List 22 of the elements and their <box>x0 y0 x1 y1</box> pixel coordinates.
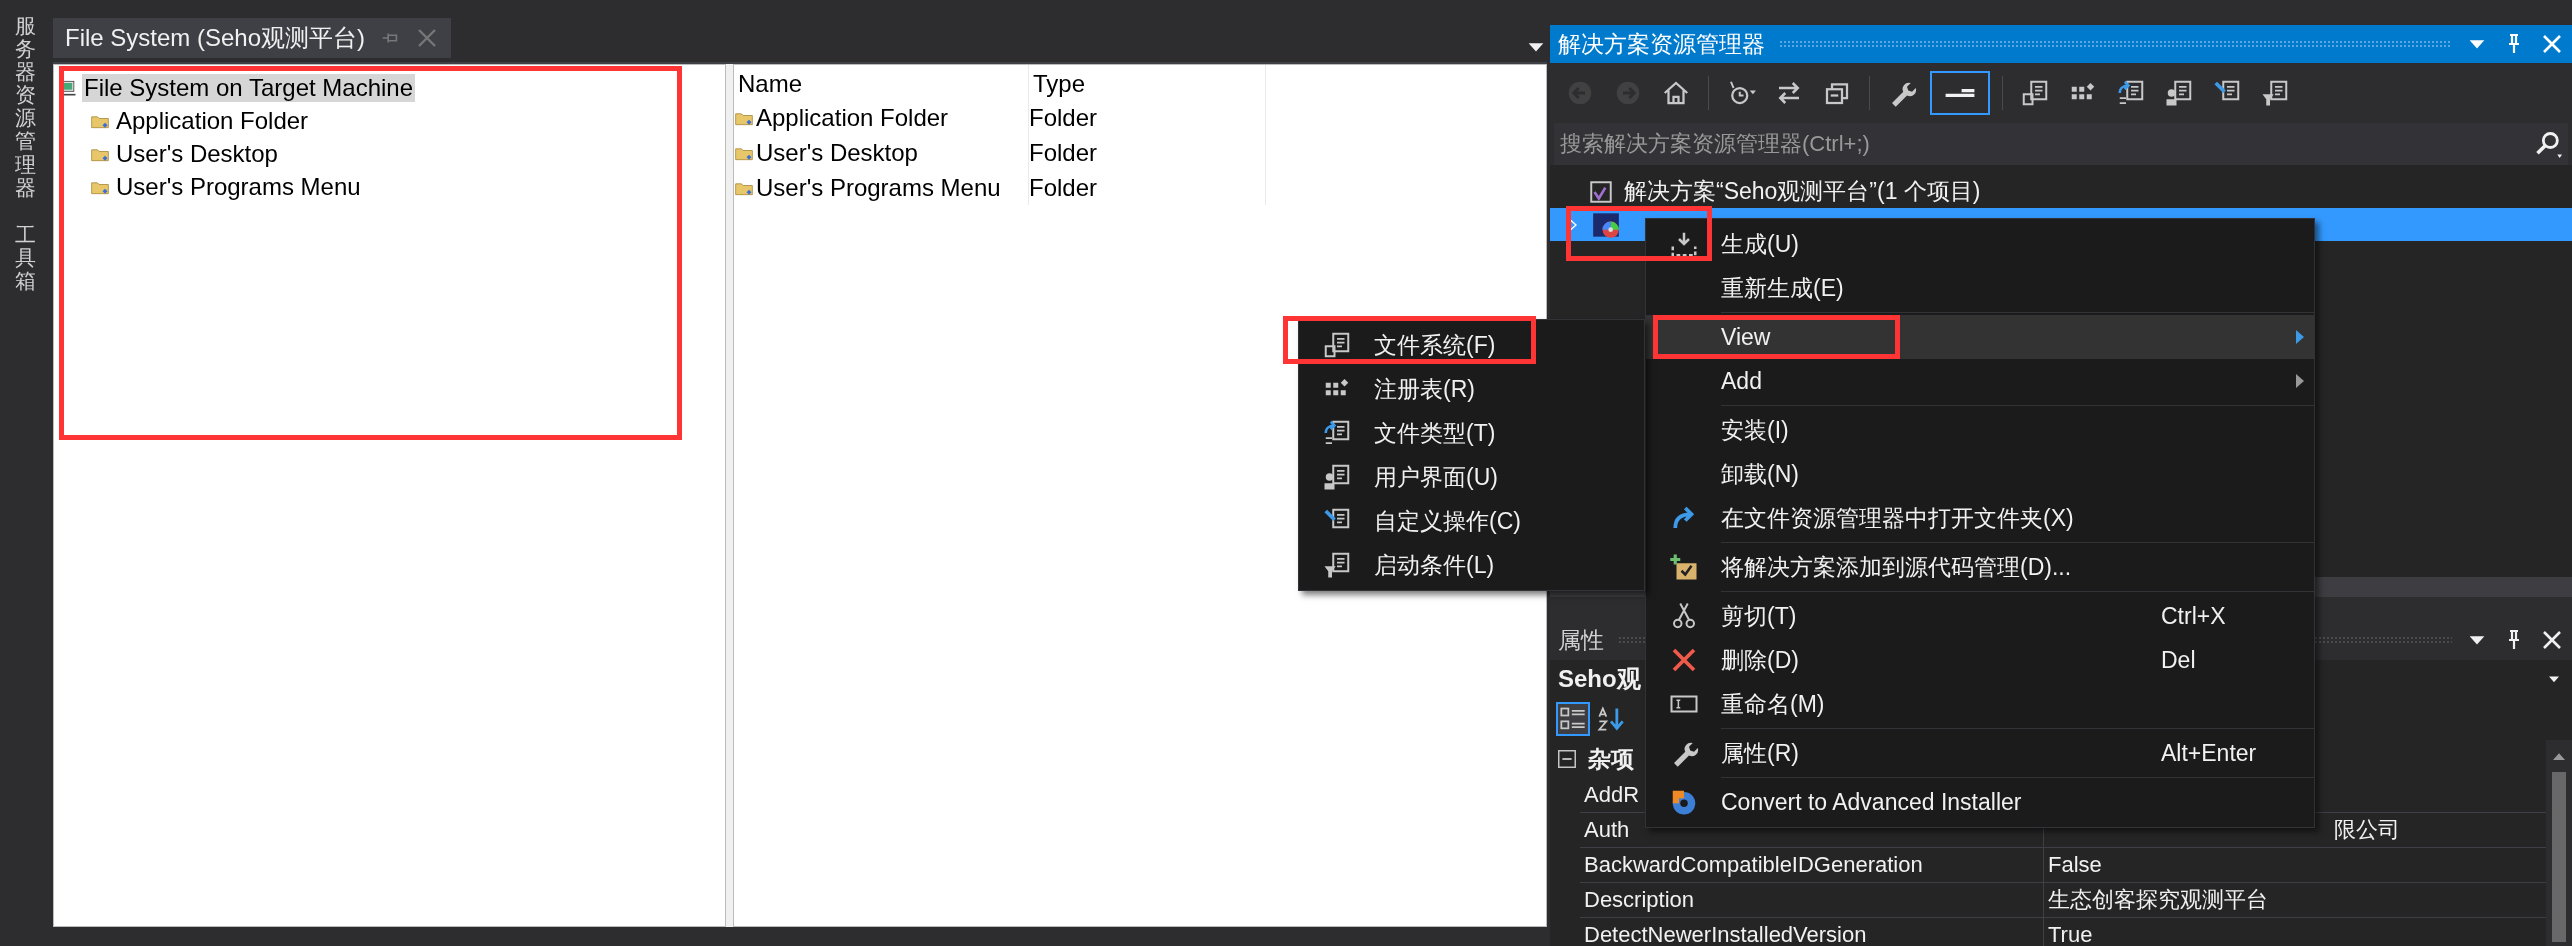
shortcut-text: Alt+Enter <box>2161 739 2257 766</box>
table-cell: Folder <box>1029 138 1098 167</box>
category-label: 杂项 <box>1588 744 1634 774</box>
shortcut-text: Del <box>2161 646 2196 673</box>
panel-title: 解决方案资源管理器 <box>1558 29 1765 59</box>
table-cell: Folder <box>1029 173 1098 202</box>
property-name: AddR <box>1584 782 1640 808</box>
property-value: 生态创客探究观测平台 <box>2048 886 2268 914</box>
panel-title: 属性 <box>1558 625 1604 655</box>
property-name: BackwardCompatibleIDGeneration <box>1584 852 1923 878</box>
property-value: 限公司 <box>2334 816 2400 844</box>
object-name: Seho观 <box>1558 664 1641 694</box>
property-name: Description <box>1584 887 1695 913</box>
property-name: Auth <box>1584 817 1630 843</box>
shortcut-text: Ctrl+X <box>2161 602 2226 629</box>
table-cell: Folder <box>1029 103 1098 132</box>
table-cell: Application Folder <box>756 103 949 132</box>
table-cell: User's Programs Menu <box>756 173 1001 202</box>
property-value: True <box>2048 922 2093 946</box>
property-name: DetectNewerInstalledVersion <box>1584 922 1867 946</box>
property-value: False <box>2048 852 2102 878</box>
table-cell: User's Desktop <box>756 138 918 167</box>
